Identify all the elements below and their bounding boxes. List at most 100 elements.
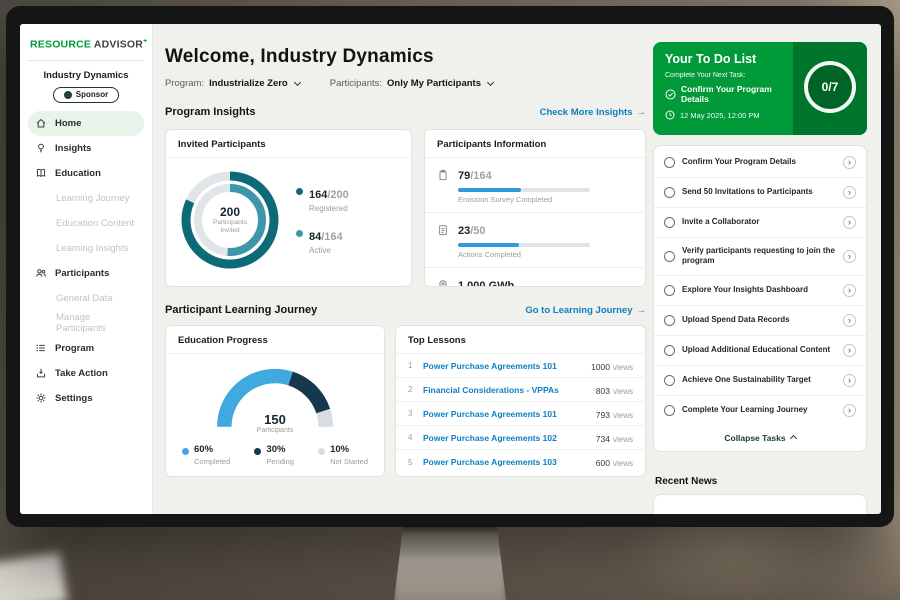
monitor-bezel: RESOURCE ADVISOR+ Industry Dynamics Spon… bbox=[6, 6, 894, 527]
not-started-dot-icon bbox=[318, 448, 325, 455]
lesson-views: 600 bbox=[596, 458, 610, 468]
task-row[interactable]: Achieve One Sustainability Target › bbox=[654, 366, 866, 396]
task-row[interactable]: Upload Spend Data Records › bbox=[654, 306, 866, 336]
legend-value-sub: /164 bbox=[321, 231, 342, 243]
main-content: Welcome, Industry Dynamics Program: Indu… bbox=[165, 24, 646, 514]
chevron-right-icon[interactable]: › bbox=[843, 156, 856, 169]
legend-value: 10% bbox=[330, 444, 349, 455]
checkbox-icon[interactable] bbox=[664, 285, 675, 296]
program-insights-header: Program Insights Check More Insights → bbox=[165, 105, 646, 119]
check-more-insights-link[interactable]: Check More Insights → bbox=[540, 107, 646, 118]
filter-bar: Program: Industrialize Zero Participants… bbox=[165, 78, 646, 89]
chevron-right-icon[interactable]: › bbox=[843, 374, 856, 387]
chevron-right-icon[interactable]: › bbox=[843, 216, 856, 229]
task-label: Upload Spend Data Records bbox=[682, 315, 836, 325]
legend-item-pending: 30% Pending bbox=[254, 444, 294, 466]
checkbox-icon[interactable] bbox=[664, 405, 675, 416]
lesson-link[interactable]: Power Purchase Agreements 102 bbox=[423, 433, 588, 443]
lesson-link[interactable]: Power Purchase Agreements 101 bbox=[423, 361, 583, 371]
chevron-right-icon[interactable]: › bbox=[843, 344, 856, 357]
pending-dot-icon bbox=[254, 448, 261, 455]
sidebar-item-program[interactable]: Program bbox=[28, 336, 144, 361]
task-label: Send 50 Invitations to Participants bbox=[682, 187, 836, 197]
program-dropdown[interactable]: Program: Industrialize Zero bbox=[165, 78, 300, 89]
card-title: Education Progress bbox=[166, 326, 384, 354]
sidebar-item-label: Manage Participants bbox=[56, 312, 137, 334]
stat-value: 23 bbox=[458, 225, 470, 237]
sidebar-item-education[interactable]: Education bbox=[28, 161, 144, 186]
sidebar: RESOURCE ADVISOR+ Industry Dynamics Spon… bbox=[20, 24, 153, 514]
sidebar-item-label: Settings bbox=[55, 393, 92, 404]
sponsor-badge[interactable]: Sponsor bbox=[53, 87, 119, 103]
task-row[interactable]: Confirm Your Program Details › bbox=[654, 148, 866, 178]
todo-next-task-label: Confirm Your Program Details bbox=[681, 84, 793, 104]
check-circle-icon bbox=[665, 89, 676, 100]
todo-next-task[interactable]: Confirm Your Program Details bbox=[665, 84, 793, 104]
section-title: Program Insights bbox=[165, 106, 255, 118]
people-icon bbox=[35, 267, 48, 279]
donut-center-value: 200 bbox=[220, 205, 240, 219]
chevron-right-icon[interactable]: › bbox=[843, 404, 856, 417]
sidebar-item-learning-insights[interactable]: Learning Insights bbox=[28, 236, 144, 261]
gauge-center-label: Participants bbox=[209, 427, 341, 434]
chevron-right-icon[interactable]: › bbox=[843, 250, 856, 263]
page-title: Welcome, Industry Dynamics bbox=[165, 46, 646, 68]
task-row[interactable]: Verify participants requesting to join t… bbox=[654, 238, 866, 276]
clock-icon bbox=[665, 110, 675, 120]
checkbox-icon[interactable] bbox=[664, 187, 675, 198]
sidebar-item-learning-journey[interactable]: Learning Journey bbox=[28, 186, 144, 211]
sidebar-item-participants[interactable]: Participants bbox=[28, 261, 144, 286]
sidebar-item-home[interactable]: Home bbox=[28, 111, 144, 136]
task-row[interactable]: Upload Additional Educational Content › bbox=[654, 336, 866, 366]
legend-value-sub: /200 bbox=[327, 189, 348, 201]
registered-dot-icon bbox=[296, 188, 303, 195]
checkbox-icon[interactable] bbox=[664, 217, 675, 228]
home-icon bbox=[35, 117, 48, 129]
checkbox-icon[interactable] bbox=[664, 157, 675, 168]
program-value: Industrialize Zero bbox=[209, 78, 288, 89]
go-to-learning-journey-link[interactable]: Go to Learning Journey → bbox=[525, 305, 646, 316]
sidebar-item-settings[interactable]: Settings bbox=[28, 386, 144, 411]
link-label: Check More Insights bbox=[540, 107, 633, 118]
education-progress-card: Education Progress 150 Participants bbox=[165, 325, 385, 477]
location-pin-icon bbox=[437, 278, 449, 287]
task-row[interactable]: Explore Your Insights Dashboard › bbox=[654, 276, 866, 306]
participants-information-card: Participants Information 79/164 Emission… bbox=[424, 129, 646, 287]
action-icon bbox=[35, 367, 48, 379]
lesson-views-unit: views bbox=[613, 387, 633, 396]
lesson-link[interactable]: Financial Considerations - VPPAs bbox=[423, 385, 588, 395]
task-row[interactable]: Complete Your Learning Journey › bbox=[654, 396, 866, 425]
education-gauge-chart: 150 Participants bbox=[209, 364, 341, 434]
checkbox-icon[interactable] bbox=[664, 251, 675, 262]
checkbox-icon[interactable] bbox=[664, 345, 675, 356]
stat-value-sub: /164 bbox=[470, 170, 491, 182]
lesson-views-unit: views bbox=[613, 435, 633, 444]
arrow-right-icon: → bbox=[637, 107, 647, 118]
lesson-link[interactable]: Power Purchase Agreements 103 bbox=[423, 457, 588, 467]
sidebar-item-manage-participants[interactable]: Manage Participants bbox=[28, 311, 144, 336]
task-label: Invite a Collaborator bbox=[682, 217, 836, 227]
chevron-right-icon[interactable]: › bbox=[843, 186, 856, 199]
collapse-tasks-button[interactable]: Collapse Tasks bbox=[654, 425, 866, 451]
sidebar-item-general-data[interactable]: General Data bbox=[28, 286, 144, 311]
task-row[interactable]: Invite a Collaborator › bbox=[654, 208, 866, 238]
participants-dropdown[interactable]: Participants: Only My Participants bbox=[330, 78, 493, 89]
sidebar-item-take-action[interactable]: Take Action bbox=[28, 361, 144, 386]
todo-progress-ring: 0/7 bbox=[804, 61, 856, 113]
task-label: Verify participants requesting to join t… bbox=[682, 246, 836, 267]
brand-primary: RESOURCE bbox=[30, 39, 91, 51]
recent-news-card bbox=[653, 494, 867, 514]
lesson-link[interactable]: Power Purchase Agreements 101 bbox=[423, 409, 588, 419]
task-row[interactable]: Send 50 Invitations to Participants › bbox=[654, 178, 866, 208]
checkbox-icon[interactable] bbox=[664, 375, 675, 386]
chevron-right-icon[interactable]: › bbox=[843, 284, 856, 297]
chevron-right-icon[interactable]: › bbox=[843, 314, 856, 327]
learning-journey-header: Participant Learning Journey Go to Learn… bbox=[165, 303, 646, 317]
gear-icon bbox=[35, 392, 48, 404]
lesson-views-unit: views bbox=[613, 459, 633, 468]
lesson-rank: 5 bbox=[408, 458, 415, 467]
sidebar-item-insights[interactable]: Insights bbox=[28, 136, 144, 161]
checkbox-icon[interactable] bbox=[664, 315, 675, 326]
donut-center-label: Participants Invited bbox=[206, 219, 254, 235]
sidebar-item-education-content[interactable]: Education Content bbox=[28, 211, 144, 236]
